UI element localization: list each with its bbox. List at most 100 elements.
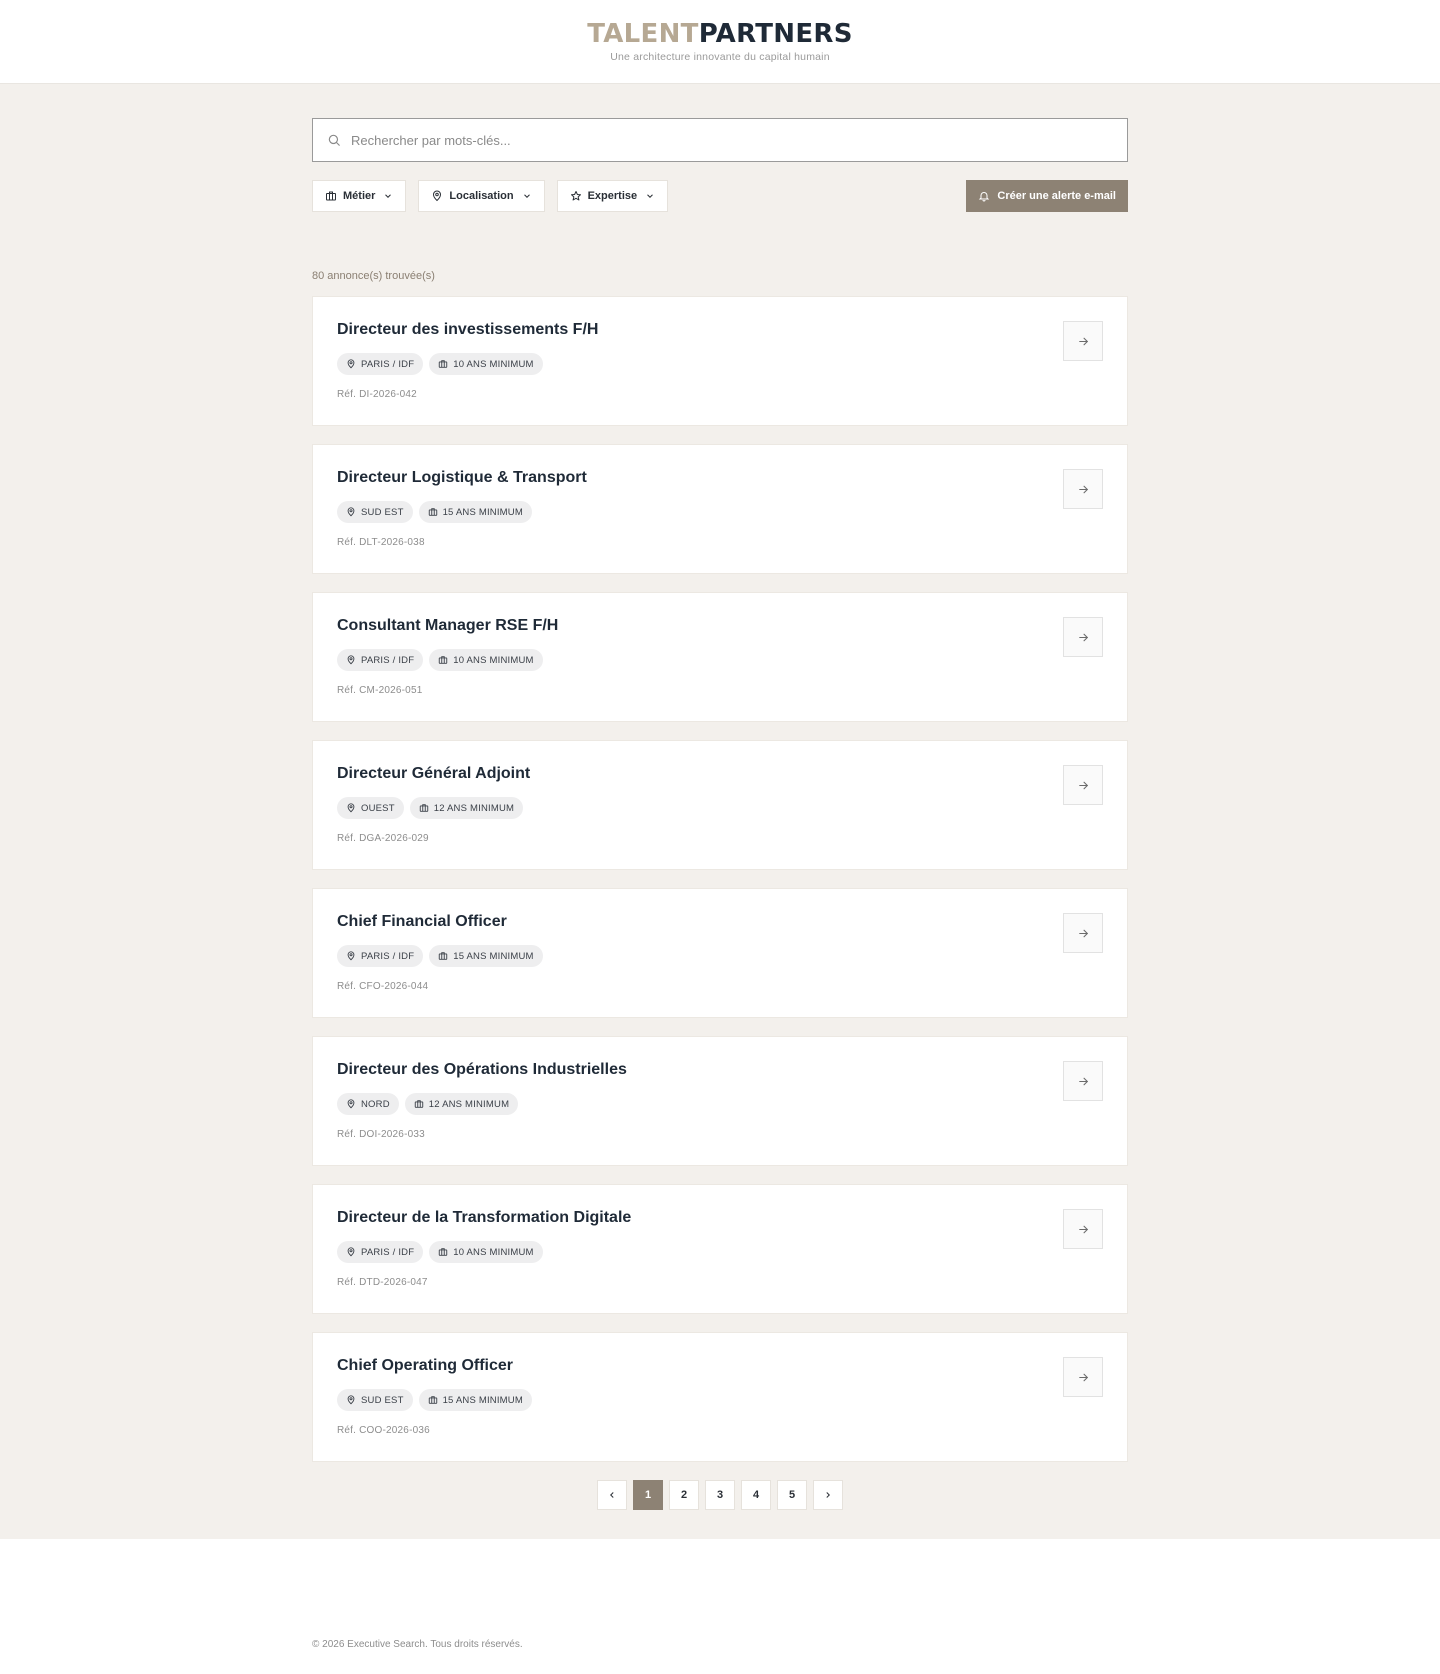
chevron-down-icon	[523, 194, 530, 198]
view-job-button[interactable]	[1063, 321, 1103, 361]
job-tags: OUEST 12 ANS MINIMUM	[337, 797, 1103, 819]
experience-tag: 15 ANS MINIMUM	[418, 501, 532, 523]
experience-tag: 15 ANS MINIMUM	[418, 1389, 532, 1411]
experience-tag: 10 ANS MINIMUM	[429, 649, 543, 671]
job-tags: PARIS / IDF 10 ANS MINIMUM	[337, 649, 1103, 671]
experience-tag: 12 ANS MINIMUM	[404, 1093, 519, 1115]
arrow-right-icon	[1078, 337, 1088, 345]
experience-tag-label: 15 ANS MINIMUM	[442, 1394, 523, 1406]
view-job-button[interactable]	[1063, 913, 1103, 953]
job-card[interactable]: Directeur des investissements F/H PARIS /…	[312, 296, 1128, 426]
pagination-page-5[interactable]: 5	[777, 1480, 807, 1510]
briefcase-icon	[414, 1100, 423, 1108]
experience-tag-label: 12 ANS MINIMUM	[433, 802, 515, 814]
pagination-prev-button[interactable]	[597, 1480, 627, 1510]
view-job-button[interactable]	[1063, 469, 1103, 509]
experience-tag-label: 15 ANS MINIMUM	[453, 950, 534, 962]
results-count: 80 annonce(s) trouvée(s)	[312, 270, 435, 282]
job-title[interactable]: Directeur Logistique & Transport	[337, 469, 1103, 487]
filter-bar: Métier Localisation Expertise Créer une …	[312, 180, 1128, 212]
view-job-button[interactable]	[1063, 1209, 1103, 1249]
filter-localisation-label: Localisation	[449, 190, 514, 202]
location-tag-label: PARIS / IDF	[361, 950, 415, 962]
experience-tag-label: 10 ANS MINIMUM	[453, 358, 534, 370]
pagination-page-1[interactable]: 1	[633, 1480, 663, 1510]
briefcase-icon	[439, 656, 448, 664]
job-list: Directeur des investissements F/H PARIS /…	[312, 296, 1128, 1462]
job-tags: PARIS / IDF 15 ANS MINIMUM	[337, 945, 1103, 967]
briefcase-icon	[428, 1396, 437, 1404]
search-bar[interactable]	[312, 118, 1128, 162]
arrow-right-icon	[1078, 485, 1088, 493]
create-email-alert-button[interactable]: Créer une alerte e-mail	[966, 180, 1128, 212]
job-tags: PARIS / IDF 10 ANS MINIMUM	[337, 1241, 1103, 1263]
job-tags: PARIS / IDF 10 ANS MINIMUM	[337, 353, 1103, 375]
chevron-down-icon	[385, 194, 392, 198]
experience-tag-label: 15 ANS MINIMUM	[442, 506, 523, 518]
location-tag-label: SUD EST	[361, 1394, 404, 1406]
job-title[interactable]: Directeur des Opérations Industrielles	[337, 1061, 1103, 1079]
map-pin-icon	[347, 1099, 355, 1109]
job-card[interactable]: Chief Financial Officer PARIS / IDF 15 ANS…	[312, 888, 1128, 1018]
logo[interactable]: TALENTPARTNERS	[587, 21, 853, 47]
job-title[interactable]: Directeur de la Transformation Digitale	[337, 1209, 1103, 1227]
experience-tag-label: 10 ANS MINIMUM	[453, 1246, 534, 1258]
map-pin-icon	[347, 655, 355, 665]
location-tag-label: NORD	[361, 1098, 390, 1110]
briefcase-icon	[439, 1248, 448, 1256]
job-title[interactable]: Directeur Général Adjoint	[337, 765, 1103, 783]
job-reference: Réf. DOI-2026-033	[337, 1129, 425, 1140]
job-title[interactable]: Consultant Manager RSE F/H	[337, 617, 1103, 635]
map-pin-icon	[347, 1395, 355, 1405]
filter-metier[interactable]: Métier	[312, 180, 407, 212]
view-job-button[interactable]	[1063, 1357, 1103, 1397]
job-card[interactable]: Consultant Manager RSE F/H PARIS / IDF 10 …	[312, 592, 1128, 722]
arrow-right-icon	[1078, 1225, 1088, 1233]
location-tag: OUEST	[337, 797, 404, 819]
job-tags: NORD 12 ANS MINIMUM	[337, 1093, 1103, 1115]
location-tag: NORD	[337, 1093, 399, 1115]
job-reference: Réf. DI-2026-042	[337, 389, 417, 400]
experience-tag-label: 12 ANS MINIMUM	[428, 1098, 510, 1110]
filter-localisation[interactable]: Localisation	[418, 180, 545, 212]
experience-tag: 15 ANS MINIMUM	[429, 945, 543, 967]
site-footer: © 2026 Executive Search. Tous droits rés…	[0, 1539, 1440, 1674]
filter-metier-label: Métier	[343, 190, 376, 202]
pagination-next-button[interactable]	[813, 1480, 843, 1510]
job-card[interactable]: Directeur de la Transformation Digitale P…	[312, 1184, 1128, 1314]
location-tag: SUD EST	[337, 1389, 413, 1411]
search-input[interactable]	[351, 132, 1113, 148]
filter-expertise[interactable]: Expertise	[556, 180, 669, 212]
logo-part-partners: PARTNERS	[698, 18, 853, 49]
job-card[interactable]: Directeur Général Adjoint OUEST 12 ANS MIN…	[312, 740, 1128, 870]
location-tag: PARIS / IDF	[337, 649, 424, 671]
map-pin-icon	[347, 951, 355, 961]
job-title[interactable]: Chief Financial Officer	[337, 913, 1103, 931]
job-title[interactable]: Directeur des investissements F/H	[337, 321, 1103, 339]
briefcase-icon	[428, 508, 437, 516]
briefcase-icon	[439, 360, 448, 368]
pagination-page-4[interactable]: 4	[741, 1480, 771, 1510]
logo-part-talent: TALENT	[587, 18, 699, 49]
job-tags: SUD EST 15 ANS MINIMUM	[337, 501, 1103, 523]
pagination-page-2[interactable]: 2	[669, 1480, 699, 1510]
briefcase-icon	[439, 952, 448, 960]
view-job-button[interactable]	[1063, 617, 1103, 657]
job-reference: Réf. COO-2026-036	[337, 1425, 430, 1436]
view-job-button[interactable]	[1063, 765, 1103, 805]
pagination-page-3[interactable]: 3	[705, 1480, 735, 1510]
main-content: Métier Localisation Expertise Créer une …	[0, 84, 1440, 1539]
chevron-left-icon	[610, 1492, 614, 1498]
job-title[interactable]: Chief Operating Officer	[337, 1357, 1103, 1375]
chevron-down-icon	[647, 194, 653, 198]
job-reference: Réf. DGA-2026-029	[337, 833, 429, 844]
location-tag-label: PARIS / IDF	[361, 358, 415, 370]
view-job-button[interactable]	[1063, 1061, 1103, 1101]
job-card[interactable]: Chief Operating Officer SUD EST 15 ANS MIN…	[312, 1332, 1128, 1462]
job-card[interactable]: Directeur des Opérations Industrielles NO…	[312, 1036, 1128, 1166]
job-reference: Réf. CFO-2026-044	[337, 981, 429, 992]
briefcase-icon	[326, 191, 336, 201]
location-tag: PARIS / IDF	[337, 1241, 424, 1263]
bell-icon	[979, 192, 990, 202]
job-card[interactable]: Directeur Logistique & Transport SUD EST 1…	[312, 444, 1128, 574]
